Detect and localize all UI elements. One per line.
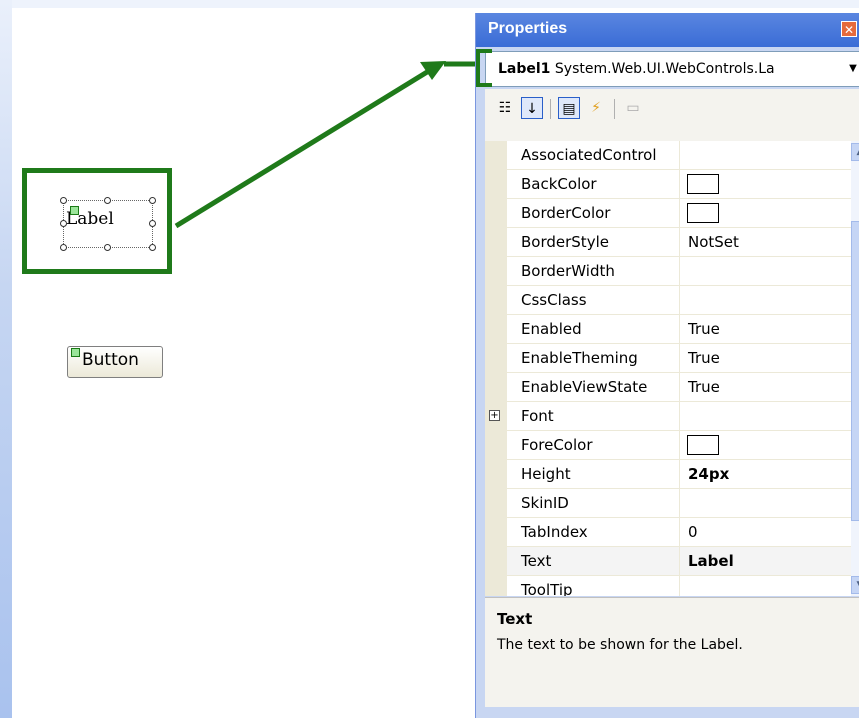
- property-name: Font: [521, 407, 554, 425]
- scroll-down-icon[interactable]: ▼: [851, 576, 859, 594]
- description-pane: Text The text to be shown for the Label.: [485, 597, 859, 707]
- row-divider: [679, 228, 680, 257]
- property-row[interactable]: BorderColor: [507, 199, 859, 228]
- property-row[interactable]: EnableTheming True: [507, 344, 859, 373]
- selector-object-name: Label1: [498, 61, 551, 77]
- property-value[interactable]: NotSet: [688, 233, 739, 251]
- row-divider: [679, 286, 680, 315]
- property-row[interactable]: TabIndex 0: [507, 518, 859, 547]
- property-row[interactable]: EnableViewState True: [507, 373, 859, 402]
- property-value[interactable]: True: [688, 378, 720, 396]
- row-divider: [679, 547, 680, 576]
- property-value[interactable]: Label: [688, 552, 734, 570]
- property-name: BackColor: [521, 175, 597, 193]
- properties-toolbar: ☷ ↓ ▤ ⚡ ▭: [485, 89, 859, 141]
- chevron-down-icon[interactable]: ▼: [846, 51, 859, 87]
- property-value[interactable]: 0: [688, 523, 698, 541]
- property-name: ToolTip: [521, 581, 573, 596]
- description-text: The text to be shown for the Label.: [497, 637, 743, 653]
- color-swatch[interactable]: [687, 174, 719, 194]
- property-row[interactable]: ForeColor: [507, 431, 859, 460]
- property-name: Height: [521, 465, 571, 483]
- alphabetical-icon[interactable]: ↓: [521, 97, 543, 119]
- property-row[interactable]: CssClass: [507, 286, 859, 315]
- property-row[interactable]: BorderStyle NotSet: [507, 228, 859, 257]
- row-divider: [679, 402, 680, 431]
- property-name: Text: [521, 552, 552, 570]
- property-name: Enabled: [521, 320, 582, 338]
- property-pages-icon[interactable]: ▭: [622, 97, 644, 119]
- toolbar-separator: [614, 99, 615, 119]
- scroll-thumb[interactable]: [851, 221, 859, 521]
- toolbar-separator: [550, 99, 551, 119]
- row-divider: [679, 315, 680, 344]
- row-divider: [679, 373, 680, 402]
- properties-title-bar[interactable]: Properties ✕: [476, 13, 859, 47]
- color-swatch[interactable]: [687, 203, 719, 223]
- properties-window: Properties ✕ Label1 System.Web.UI.WebCon…: [475, 13, 859, 718]
- row-divider: [679, 141, 680, 170]
- scroll-up-icon[interactable]: ▲: [851, 143, 859, 161]
- property-row[interactable]: BackColor: [507, 170, 859, 199]
- row-divider: [679, 518, 680, 547]
- property-row[interactable]: SkinID: [507, 489, 859, 518]
- row-divider: [679, 199, 680, 228]
- property-grid: AssociatedControl BackColor BorderColor Bor…: [485, 141, 859, 596]
- categorized-icon[interactable]: ☷: [494, 97, 516, 119]
- property-name: BorderStyle: [521, 233, 609, 251]
- property-row[interactable]: AssociatedControl: [507, 141, 859, 170]
- property-name: AssociatedControl: [521, 146, 657, 164]
- property-name: CssClass: [521, 291, 587, 309]
- color-swatch[interactable]: [687, 435, 719, 455]
- selector-highlight-bracket: [476, 49, 492, 87]
- row-divider: [679, 257, 680, 286]
- property-name: BorderWidth: [521, 262, 615, 280]
- row-divider: [679, 489, 680, 518]
- property-row[interactable]: Text Label: [507, 547, 859, 576]
- property-value[interactable]: 24px: [688, 465, 729, 483]
- property-name: EnableViewState: [521, 378, 648, 396]
- row-divider: [679, 460, 680, 489]
- expand-icon[interactable]: +: [489, 410, 500, 421]
- row-divider: [679, 170, 680, 199]
- events-icon[interactable]: ⚡: [585, 97, 607, 119]
- property-value[interactable]: True: [688, 320, 720, 338]
- property-name: SkinID: [521, 494, 569, 512]
- property-row[interactable]: + Font: [489, 402, 859, 431]
- row-divider: [679, 576, 680, 596]
- property-value[interactable]: True: [688, 349, 720, 367]
- property-name: ForeColor: [521, 436, 593, 454]
- property-row[interactable]: BorderWidth: [507, 257, 859, 286]
- close-icon[interactable]: ✕: [841, 21, 857, 37]
- object-selector[interactable]: Label1 System.Web.UI.WebControls.La: [485, 51, 859, 87]
- property-row[interactable]: Height 24px: [507, 460, 859, 489]
- row-divider: [679, 431, 680, 460]
- properties-icon[interactable]: ▤: [558, 97, 580, 119]
- row-divider: [679, 344, 680, 373]
- selector-object-type: System.Web.UI.WebControls.La: [554, 61, 775, 77]
- property-grid-scrollbar[interactable]: ▲ ▼: [851, 141, 859, 596]
- property-name: TabIndex: [521, 523, 588, 541]
- property-row[interactable]: Enabled True: [507, 315, 859, 344]
- property-grid-gutter: [485, 141, 507, 596]
- property-name: BorderColor: [521, 204, 611, 222]
- description-title: Text: [497, 610, 533, 628]
- properties-title: Properties: [488, 20, 568, 37]
- property-row[interactable]: ToolTip: [507, 576, 859, 596]
- property-name: EnableTheming: [521, 349, 638, 367]
